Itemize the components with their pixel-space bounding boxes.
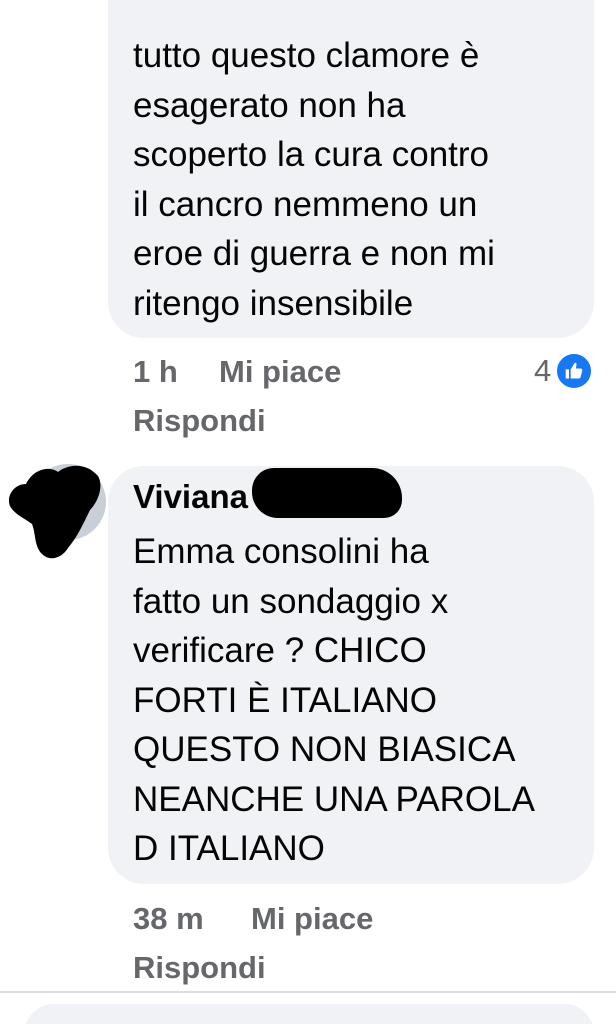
redaction-scribble xyxy=(8,465,101,559)
redaction-mark xyxy=(252,468,402,518)
comment-timestamp[interactable]: 1 h xyxy=(133,354,178,390)
avatar[interactable] xyxy=(6,462,106,562)
comment-text: Emma consolini ha fatto un sondaggio x v… xyxy=(133,532,535,868)
comment-thread: tutto questo clamore è esagerato non ha … xyxy=(0,0,616,1024)
reaction-summary[interactable]: 4 xyxy=(534,351,594,391)
like-button[interactable]: Mi piace xyxy=(219,354,341,390)
like-button[interactable]: Mi piace xyxy=(251,901,373,937)
comment-text: tutto questo clamore è esagerato non ha … xyxy=(133,36,495,323)
reply-button[interactable]: Rispondi xyxy=(133,950,266,986)
reaction-count: 4 xyxy=(534,353,552,388)
comment-bubble[interactable] xyxy=(24,1004,594,1024)
comment-author[interactable]: Viviana xyxy=(133,478,248,516)
reply-button[interactable]: Rispondi xyxy=(133,403,266,439)
divider xyxy=(0,991,616,993)
thumbs-up-icon xyxy=(555,352,594,390)
comment-timestamp[interactable]: 38 m xyxy=(133,901,204,937)
